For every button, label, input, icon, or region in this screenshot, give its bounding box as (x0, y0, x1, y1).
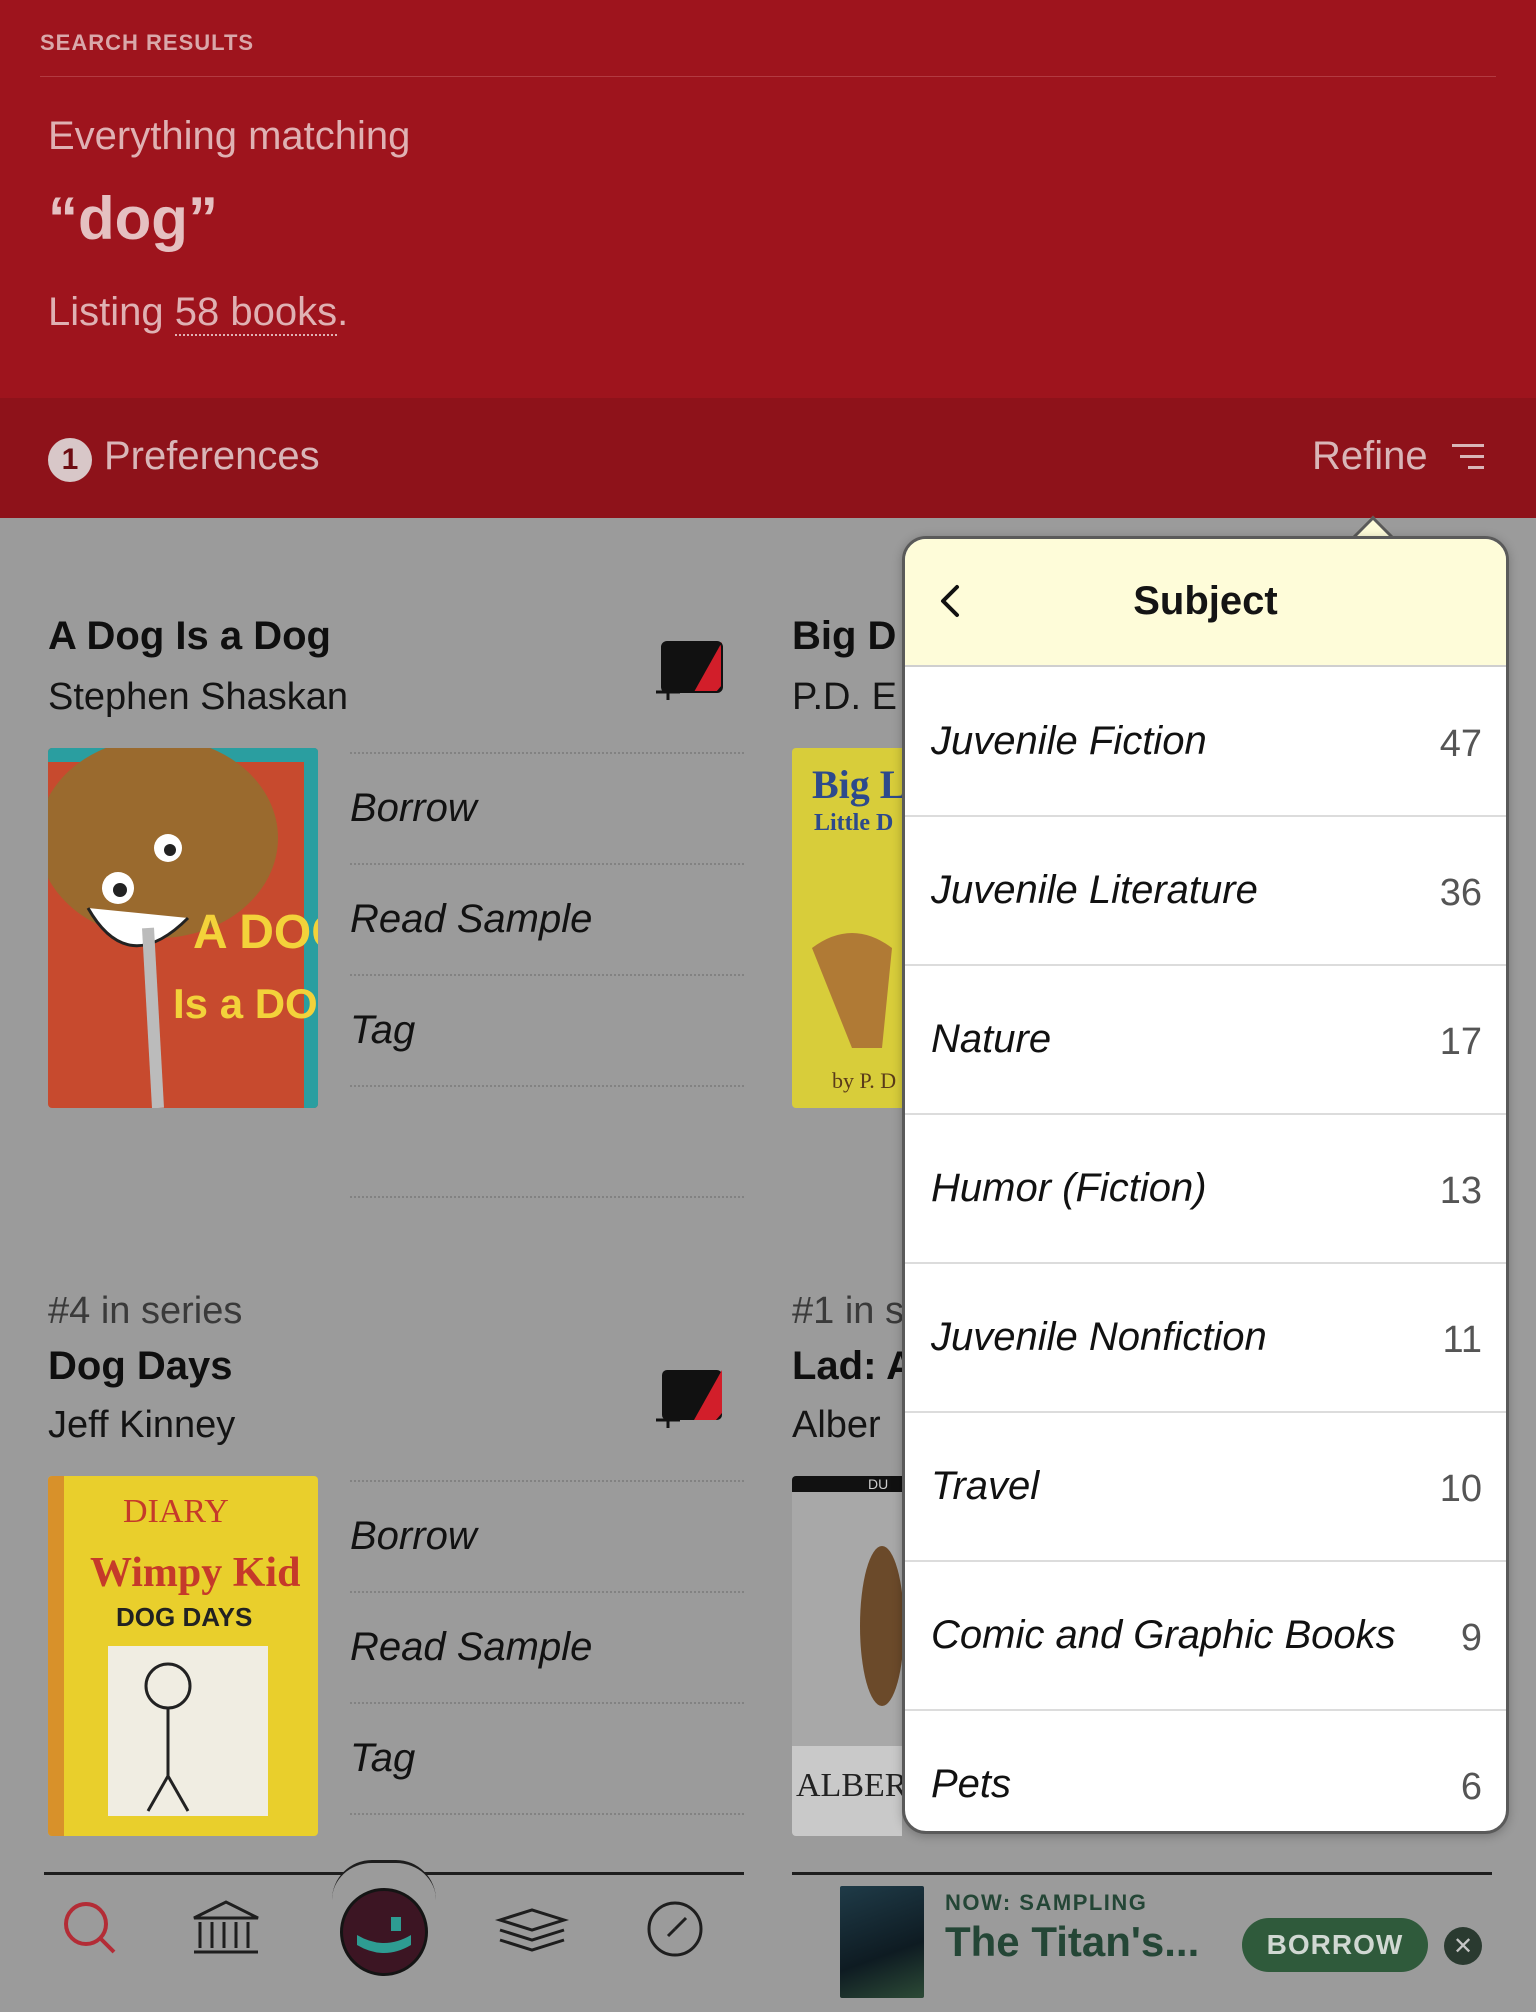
subject-row[interactable]: Juvenile Literature 36 (905, 818, 1506, 966)
filter-lines-icon[interactable] (1452, 444, 1484, 472)
shelf-button[interactable] (340, 1888, 428, 1976)
subject-name: Humor (Fiction) (931, 1166, 1207, 1210)
section-label: SEARCH RESULTS (40, 30, 255, 55)
book-cover[interactable]: DU ALBER (792, 1476, 902, 1836)
clock-icon[interactable] (636, 1890, 714, 1968)
book-title[interactable]: Lad: A (792, 1344, 902, 1389)
subject-count: 47 (1439, 723, 1482, 765)
now-sampling-label: NOW: SAMPLING (945, 1890, 1148, 1915)
subject-name: Pets (931, 1762, 1012, 1806)
divider (350, 1196, 744, 1198)
subject-popover: Subject Juvenile Fiction 47 Juvenile Lit… (902, 536, 1509, 1834)
subject-count: 13 (1439, 1170, 1482, 1212)
svg-text:ALBER: ALBER (796, 1767, 902, 1804)
svg-text:Wimpy Kid: Wimpy Kid (90, 1550, 300, 1596)
book-cover[interactable]: A DOG Is a DOG (48, 748, 318, 1108)
subject-name: Juvenile Fiction (931, 719, 1207, 763)
svg-text:DU: DU (868, 1476, 888, 1492)
subject-name: Juvenile Nonfiction (931, 1315, 1267, 1359)
preferences-button[interactable]: Preferences (104, 434, 320, 479)
subject-row[interactable]: Pets 6 (905, 1712, 1506, 1831)
popover-title: Subject (1133, 579, 1278, 623)
close-sampling-icon[interactable]: ✕ (1444, 1927, 1482, 1965)
subject-count: 36 (1439, 872, 1482, 914)
svg-text:DIARY: DIARY (123, 1493, 229, 1530)
subject-name: Nature (931, 1017, 1052, 1061)
search-icon[interactable] (52, 1890, 130, 1968)
read-sample-link[interactable]: Read Sample (350, 863, 744, 974)
book-title[interactable]: A Dog Is a Dog (48, 614, 608, 659)
subject-count: 9 (1460, 1617, 1482, 1659)
series-label: #1 in s (792, 1290, 902, 1332)
subject-name: Travel (931, 1464, 1040, 1508)
sampling-borrow-button[interactable]: BORROW (1242, 1918, 1428, 1972)
search-query: “dog” (48, 185, 218, 252)
sampling-divider (792, 1872, 1492, 1875)
subject-name: Comic and Graphic Books (931, 1613, 1396, 1657)
svg-text:Little D: Little D (814, 810, 893, 836)
sampling-book-cover[interactable] (840, 1886, 924, 1998)
books-stack-icon[interactable] (492, 1890, 570, 1968)
subject-count: 17 (1439, 1021, 1482, 1063)
subject-row[interactable]: Juvenile Fiction 47 (905, 669, 1506, 817)
subject-row[interactable]: Juvenile Nonfiction 11 (905, 1265, 1506, 1413)
tag-link[interactable]: Tag (350, 974, 744, 1085)
book-cover[interactable]: DIARY Wimpy Kid DOG DAYS (48, 1476, 318, 1836)
book-author[interactable]: Stephen Shaskan (48, 676, 608, 719)
book-title[interactable]: Dog Days (48, 1344, 608, 1389)
borrow-link[interactable]: Borrow (350, 752, 744, 863)
library-icon[interactable] (186, 1890, 264, 1968)
book-author[interactable]: Jeff Kinney (48, 1404, 608, 1447)
divider (350, 1085, 744, 1087)
tag-link[interactable]: Tag (350, 1702, 744, 1813)
listing-prefix: Listing (48, 290, 175, 334)
everything-matching-text: Everything matching (48, 114, 411, 158)
preferences-count-badge[interactable]: 1 (48, 438, 92, 482)
now-sampling-title[interactable]: The Titan's... (945, 1918, 1199, 1966)
series-label: #4 in series (48, 1290, 243, 1332)
subject-count: 10 (1439, 1468, 1482, 1510)
svg-text:Is a DOG: Is a DOG (173, 980, 318, 1027)
subject-count: 6 (1460, 1766, 1482, 1808)
subject-row[interactable]: Comic and Graphic Books 9 (905, 1563, 1506, 1711)
read-sample-link[interactable]: Read Sample (350, 1591, 744, 1702)
listing-suffix: . (337, 290, 349, 334)
book-cover[interactable]: Big L Little D by P. D (792, 748, 902, 1108)
add-to-wishlist-icon[interactable] (650, 1368, 726, 1428)
book-title[interactable]: Big D (792, 614, 902, 659)
divider (350, 1813, 744, 1815)
svg-text:DOG DAYS: DOG DAYS (116, 1602, 252, 1632)
svg-text:by P. D: by P. D (832, 1068, 896, 1093)
header-divider (40, 76, 1496, 77)
book-author[interactable]: Alber (792, 1404, 902, 1447)
subject-row[interactable]: Humor (Fiction) 13 (905, 1116, 1506, 1264)
search-header (0, 0, 1536, 398)
subject-count: 11 (1442, 1319, 1482, 1361)
results-count-link[interactable]: 58 books (174, 290, 338, 336)
subject-name: Juvenile Literature (931, 868, 1258, 912)
popover-header: Subject (905, 539, 1506, 667)
svg-text:Big L: Big L (812, 762, 902, 807)
book-author[interactable]: P.D. E (792, 676, 902, 719)
shelf-icon (357, 1917, 411, 1953)
subject-row[interactable]: Travel 10 (905, 1414, 1506, 1562)
svg-text:A DOG: A DOG (193, 906, 318, 959)
listing-text: Listing 58 books. (48, 290, 349, 336)
subject-row[interactable]: Nature 17 (905, 967, 1506, 1115)
borrow-link[interactable]: Borrow (350, 1480, 744, 1591)
add-to-wishlist-icon[interactable] (650, 640, 726, 700)
refine-button[interactable]: Refine (1312, 434, 1428, 479)
